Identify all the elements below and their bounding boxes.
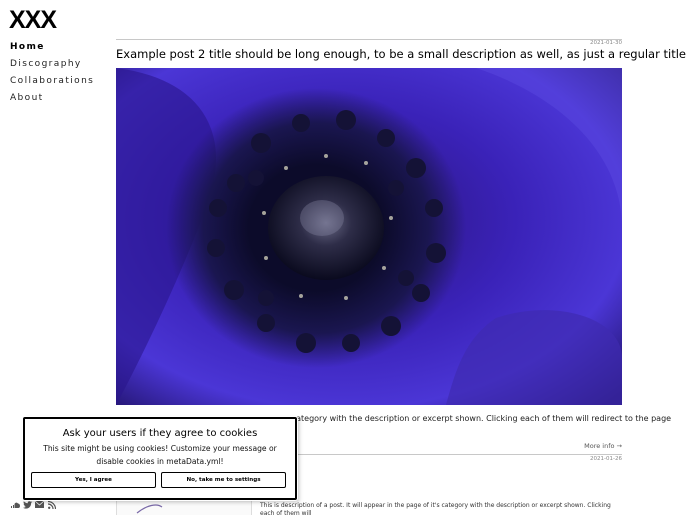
cookie-message: This site might be using cookies! Custom… [43, 444, 277, 466]
twitter-icon[interactable] [23, 500, 32, 509]
soundcloud-icon[interactable] [11, 500, 20, 509]
main-nav: Home Discography Collaborations About [10, 41, 94, 109]
nav-item-collaborations[interactable]: Collaborations [10, 75, 94, 92]
settings-button[interactable]: No, take me to settings [161, 472, 286, 488]
post-excerpt: This is description of a post. It will a… [260, 502, 611, 517]
post-title[interactable]: Example post 2 title should be long enou… [116, 47, 686, 61]
post-date: 2021-01-26 [590, 456, 622, 462]
email-icon[interactable] [35, 500, 44, 509]
cookie-consent-dialog: Ask your users if they agree to cookies … [23, 417, 297, 500]
post-excerpt: s category with the description or excer… [285, 414, 672, 423]
cookie-title: Ask your users if they agree to cookies [62, 428, 258, 439]
post-thumbnail[interactable] [116, 498, 252, 515]
nav-item-about[interactable]: About [10, 92, 94, 109]
flower-image [116, 68, 622, 405]
social-links [11, 500, 56, 509]
agree-button[interactable]: Yes, I agree [31, 472, 156, 488]
nav-item-home[interactable]: Home [10, 41, 94, 58]
rss-icon[interactable] [47, 500, 56, 509]
thumbnail-graphic [136, 504, 163, 514]
post-image[interactable] [116, 68, 622, 405]
nav-item-discography[interactable]: Discography [10, 58, 94, 75]
site-logo[interactable]: XXX [9, 8, 57, 33]
more-info-link[interactable]: More info → [584, 442, 622, 450]
post-date: 2021-01-30 [590, 40, 622, 46]
post-divider [116, 39, 622, 40]
